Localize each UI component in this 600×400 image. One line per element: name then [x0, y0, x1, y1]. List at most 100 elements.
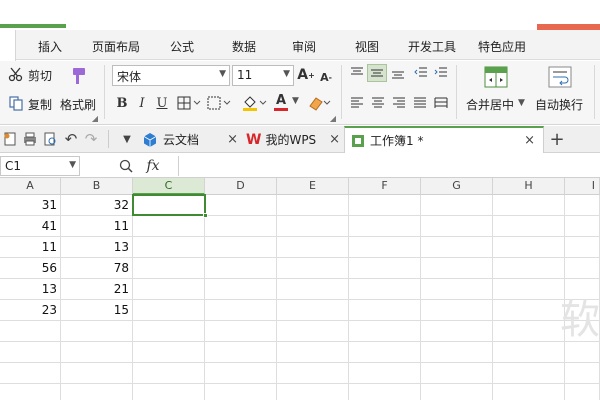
cell-f8[interactable] — [349, 342, 421, 363]
cell-h1[interactable] — [493, 195, 565, 216]
cell-g6[interactable] — [421, 300, 493, 321]
cell-a10[interactable] — [0, 384, 61, 400]
cell-a7[interactable] — [0, 321, 61, 342]
cell-d8[interactable] — [205, 342, 277, 363]
cell-g5[interactable] — [421, 279, 493, 300]
cell-b2[interactable]: 11 — [61, 216, 133, 237]
tab-page-layout[interactable]: 页面布局 — [92, 38, 140, 55]
justify-button[interactable] — [411, 95, 429, 111]
cell-i8[interactable] — [565, 342, 600, 363]
borders-button[interactable] — [176, 94, 204, 112]
font-expander-icon[interactable]: ◢ — [328, 113, 338, 123]
scissors-icon[interactable] — [6, 65, 26, 83]
decrease-font-button[interactable]: A- — [317, 67, 335, 87]
print-icon[interactable] — [22, 131, 38, 147]
cell-c7[interactable] — [133, 321, 205, 342]
cell-f3[interactable] — [349, 237, 421, 258]
cell-e8[interactable] — [277, 342, 349, 363]
close-icon[interactable]: × — [524, 133, 535, 148]
align-bottom-button[interactable] — [389, 65, 407, 81]
tab-home-active[interactable] — [0, 30, 16, 61]
new-file-icon[interactable] — [2, 131, 18, 147]
cell-a4[interactable]: 56 — [0, 258, 61, 279]
cut-button[interactable]: 剪切 — [28, 67, 52, 84]
decrease-indent-button[interactable] — [412, 65, 430, 81]
cell-e2[interactable] — [277, 216, 349, 237]
cell-a5[interactable]: 13 — [0, 279, 61, 300]
merge-center-icon[interactable] — [483, 65, 509, 89]
cell-b1[interactable]: 32 — [61, 195, 133, 216]
insert-function-button[interactable]: fx — [142, 157, 164, 175]
merge-center-button[interactable]: 合并居中 — [466, 96, 514, 113]
tab-cloud-docs[interactable]: 云文档 × — [142, 126, 238, 153]
copy-button[interactable]: 复制 — [28, 96, 52, 113]
increase-indent-button[interactable] — [432, 65, 450, 81]
increase-font-button[interactable]: A + — [297, 65, 315, 85]
column-header-g[interactable]: G — [421, 178, 493, 195]
cell-h7[interactable] — [493, 321, 565, 342]
format-painter-button[interactable]: 格式刷 — [60, 96, 96, 113]
cell-f6[interactable] — [349, 300, 421, 321]
cell-g10[interactable] — [421, 384, 493, 400]
cell-c9[interactable] — [133, 363, 205, 384]
tab-view[interactable]: 视图 — [355, 38, 379, 55]
chevron-down-icon[interactable]: ▼ — [518, 98, 525, 108]
formula-input[interactable] — [178, 156, 600, 176]
redo-icon[interactable]: ↷ — [82, 130, 100, 148]
cell-i2[interactable] — [565, 216, 600, 237]
clear-format-button[interactable] — [306, 93, 334, 113]
cell-f5[interactable] — [349, 279, 421, 300]
distributed-align-button[interactable] — [432, 95, 450, 111]
cell-g3[interactable] — [421, 237, 493, 258]
column-header-i[interactable]: I — [565, 178, 600, 195]
cell-g8[interactable] — [421, 342, 493, 363]
cell-a1[interactable]: 31 — [0, 195, 61, 216]
cell-h2[interactable] — [493, 216, 565, 237]
tab-review[interactable]: 审阅 — [292, 38, 316, 55]
cell-a3[interactable]: 11 — [0, 237, 61, 258]
cell-f1[interactable] — [349, 195, 421, 216]
align-top-button[interactable] — [348, 65, 366, 81]
font-size-select[interactable]: 11 ▼ — [232, 65, 294, 86]
cell-f10[interactable] — [349, 384, 421, 400]
align-center-button[interactable] — [369, 95, 387, 111]
close-icon[interactable]: × — [329, 132, 340, 147]
cell-g4[interactable] — [421, 258, 493, 279]
zoom-search-icon[interactable] — [118, 157, 134, 175]
merge-cells-mini-button[interactable] — [206, 94, 234, 112]
cell-c2[interactable] — [133, 216, 205, 237]
cell-b8[interactable] — [61, 342, 133, 363]
cell-c5[interactable] — [133, 279, 205, 300]
cell-h8[interactable] — [493, 342, 565, 363]
align-left-button[interactable] — [348, 95, 366, 111]
cell-h3[interactable] — [493, 237, 565, 258]
fill-color-button[interactable] — [240, 93, 270, 113]
cell-e5[interactable] — [277, 279, 349, 300]
column-header-c[interactable]: C — [133, 178, 205, 195]
cell-d2[interactable] — [205, 216, 277, 237]
underline-button[interactable]: U — [154, 94, 170, 112]
cell-e1[interactable] — [277, 195, 349, 216]
cell-a6[interactable]: 23 — [0, 300, 61, 321]
undo-icon[interactable]: ↶ — [62, 130, 80, 148]
cell-e10[interactable] — [277, 384, 349, 400]
wrap-text-button[interactable]: 自动换行 — [535, 96, 583, 113]
align-middle-button[interactable] — [367, 64, 387, 82]
tab-insert[interactable]: 插入 — [38, 38, 62, 55]
copy-icon[interactable] — [6, 94, 26, 112]
cell-e7[interactable] — [277, 321, 349, 342]
cell-d4[interactable] — [205, 258, 277, 279]
column-header-d[interactable]: D — [205, 178, 277, 195]
cell-c10[interactable] — [133, 384, 205, 400]
cell-h9[interactable] — [493, 363, 565, 384]
cell-b9[interactable] — [61, 363, 133, 384]
name-box[interactable]: C1 ▼ — [0, 156, 80, 176]
cell-c4[interactable] — [133, 258, 205, 279]
format-painter-icon[interactable] — [66, 65, 88, 87]
cell-b4[interactable]: 78 — [61, 258, 133, 279]
cell-a8[interactable] — [0, 342, 61, 363]
fill-handle[interactable] — [203, 213, 208, 218]
cell-d6[interactable] — [205, 300, 277, 321]
bold-button[interactable]: B — [114, 94, 130, 112]
italic-button[interactable]: I — [134, 94, 150, 112]
